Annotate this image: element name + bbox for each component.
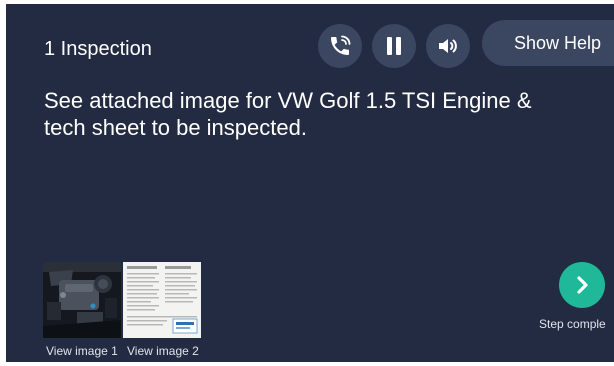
pause-button[interactable] — [372, 24, 416, 68]
speaker-icon — [439, 39, 457, 53]
engine-photo — [43, 262, 121, 338]
tech-sheet-document — [123, 262, 201, 338]
inspection-step-screen: 1 Inspection Show Help See attached imag… — [6, 4, 614, 362]
step-complete-button[interactable] — [559, 262, 605, 308]
engine-image-thumbnail[interactable] — [43, 262, 121, 338]
view-image-2-link[interactable]: View image 2 — [127, 344, 199, 358]
tech-sheet-image-thumbnail[interactable] — [123, 262, 201, 338]
step-instructions: See attached image for VW Golf 1.5 TSI E… — [44, 88, 532, 140]
view-image-1-link[interactable]: View image 1 — [46, 344, 118, 358]
show-help-button[interactable]: Show Help — [482, 20, 614, 66]
speaker-button[interactable] — [426, 24, 470, 68]
step-title: 1 Inspection — [44, 38, 152, 60]
step-complete-label: Step comple — [539, 317, 606, 331]
phone-call-icon — [331, 35, 351, 55]
call-button[interactable] — [318, 24, 362, 68]
chevron-right-icon — [577, 276, 588, 294]
pause-icon — [387, 37, 401, 55]
